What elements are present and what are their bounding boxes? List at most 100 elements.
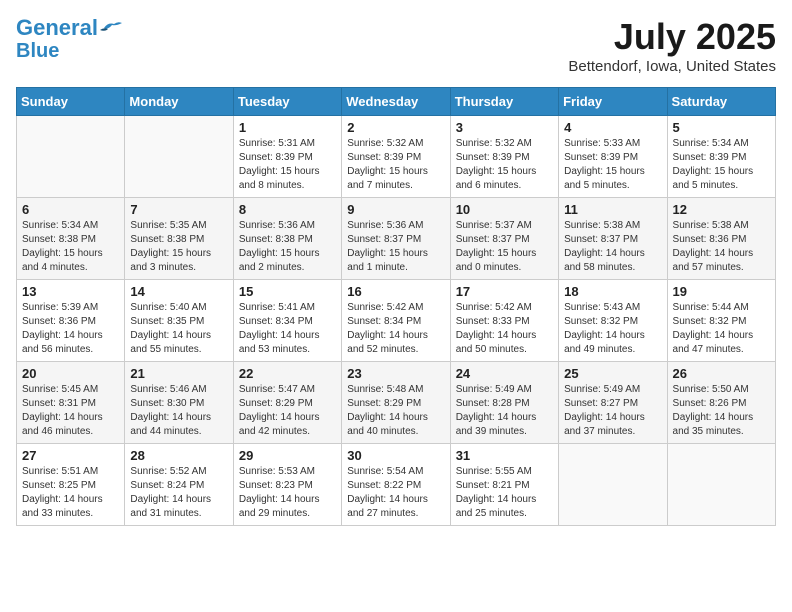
calendar-cell: 27Sunrise: 5:51 AM Sunset: 8:25 PM Dayli… — [17, 444, 125, 526]
month-title: July 2025 — [568, 16, 776, 58]
calendar-cell: 31 Sunrise: 5:55 AM Sunset: 8:21 PM Dayli… — [450, 444, 558, 526]
calendar-cell — [667, 444, 775, 526]
day-info: Sunrise: 5:45 AM Sunset: 8:31 PM Dayligh… — [22, 383, 119, 439]
calendar-cell: 19Sunrise: 5:44 AM Sunset: 8:32 PM Dayli… — [667, 280, 775, 362]
day-info: Sunrise: 5:55 AM Sunset: 8:21 PM Dayligh… — [456, 465, 553, 521]
day-info: Sunrise: 5:39 AM Sunset: 8:36 PM Dayligh… — [22, 301, 119, 357]
day-info: Sunrise: 5:34 AM Sunset: 8:38 PM Dayligh… — [22, 219, 119, 275]
day-number: 5 — [673, 120, 770, 135]
calendar-cell: 4 Sunrise: 5:33 AM Sunset: 8:39 PM Daylig… — [559, 116, 667, 198]
day-info: Sunrise: 5:53 AM Sunset: 8:23 PM Dayligh… — [239, 465, 336, 521]
logo-text: General — [16, 16, 98, 40]
logo: General Blue — [16, 16, 122, 62]
calendar-cell: 20 Sunrise: 5:45 AM Sunset: 8:31 PM Dayli… — [17, 362, 125, 444]
day-info: Sunrise: 5:46 AM Sunset: 8:30 PM Dayligh… — [130, 383, 227, 439]
calendar-cell: 26 Sunrise: 5:50 AM Sunset: 8:26 PM Dayli… — [667, 362, 775, 444]
day-number: 31 — [456, 448, 553, 463]
calendar-cell: 7Sunrise: 5:35 AM Sunset: 8:38 PM Daylig… — [125, 198, 233, 280]
calendar-cell: 6Sunrise: 5:34 AM Sunset: 8:38 PM Daylig… — [17, 198, 125, 280]
day-info: Sunrise: 5:49 AM Sunset: 8:27 PM Dayligh… — [564, 383, 661, 439]
day-number: 15 — [239, 284, 336, 299]
day-number: 8 — [239, 202, 336, 217]
calendar-cell: 5 Sunrise: 5:34 AM Sunset: 8:39 PM Daylig… — [667, 116, 775, 198]
calendar-week-5: 27Sunrise: 5:51 AM Sunset: 8:25 PM Dayli… — [17, 444, 776, 526]
day-number: 13 — [22, 284, 119, 299]
calendar-cell: 28Sunrise: 5:52 AM Sunset: 8:24 PM Dayli… — [125, 444, 233, 526]
calendar-cell: 8 Sunrise: 5:36 AM Sunset: 8:38 PM Daylig… — [233, 198, 341, 280]
day-number: 26 — [673, 366, 770, 381]
day-number: 10 — [456, 202, 553, 217]
weekday-header-wednesday: Wednesday — [342, 88, 450, 116]
day-number: 1 — [239, 120, 336, 135]
day-number: 29 — [239, 448, 336, 463]
calendar-cell: 16Sunrise: 5:42 AM Sunset: 8:34 PM Dayli… — [342, 280, 450, 362]
day-number: 28 — [130, 448, 227, 463]
day-number: 3 — [456, 120, 553, 135]
day-number: 11 — [564, 202, 661, 217]
day-number: 20 — [22, 366, 119, 381]
weekday-header-sunday: Sunday — [17, 88, 125, 116]
calendar-cell — [559, 444, 667, 526]
day-info: Sunrise: 5:44 AM Sunset: 8:32 PM Dayligh… — [673, 301, 770, 357]
calendar-cell: 29 Sunrise: 5:53 AM Sunset: 8:23 PM Dayli… — [233, 444, 341, 526]
calendar-cell: 15 Sunrise: 5:41 AM Sunset: 8:34 PM Dayli… — [233, 280, 341, 362]
calendar-week-1: 1 Sunrise: 5:31 AM Sunset: 8:39 PM Daylig… — [17, 116, 776, 198]
calendar-week-2: 6Sunrise: 5:34 AM Sunset: 8:38 PM Daylig… — [17, 198, 776, 280]
calendar-cell: 2 Sunrise: 5:32 AM Sunset: 8:39 PM Daylig… — [342, 116, 450, 198]
day-number: 17 — [456, 284, 553, 299]
calendar-cell: 3Sunrise: 5:32 AM Sunset: 8:39 PM Daylig… — [450, 116, 558, 198]
logo-bird-icon — [100, 20, 122, 36]
weekday-header-saturday: Saturday — [667, 88, 775, 116]
page-header: General Blue July 2025 Bettendorf, Iowa,… — [16, 16, 776, 75]
calendar-cell: 21 Sunrise: 5:46 AM Sunset: 8:30 PM Dayli… — [125, 362, 233, 444]
calendar-cell: 9Sunrise: 5:36 AM Sunset: 8:37 PM Daylig… — [342, 198, 450, 280]
day-number: 12 — [673, 202, 770, 217]
day-number: 16 — [347, 284, 444, 299]
calendar-cell — [125, 116, 233, 198]
calendar-cell: 14Sunrise: 5:40 AM Sunset: 8:35 PM Dayli… — [125, 280, 233, 362]
day-number: 2 — [347, 120, 444, 135]
day-info: Sunrise: 5:35 AM Sunset: 8:38 PM Dayligh… — [130, 219, 227, 275]
day-info: Sunrise: 5:36 AM Sunset: 8:37 PM Dayligh… — [347, 219, 444, 275]
logo-blue: Blue — [16, 40, 59, 62]
day-info: Sunrise: 5:43 AM Sunset: 8:32 PM Dayligh… — [564, 301, 661, 357]
day-number: 30 — [347, 448, 444, 463]
day-info: Sunrise: 5:47 AM Sunset: 8:29 PM Dayligh… — [239, 383, 336, 439]
calendar-cell: 23Sunrise: 5:48 AM Sunset: 8:29 PM Dayli… — [342, 362, 450, 444]
calendar-cell: 25 Sunrise: 5:49 AM Sunset: 8:27 PM Dayli… — [559, 362, 667, 444]
day-info: Sunrise: 5:50 AM Sunset: 8:26 PM Dayligh… — [673, 383, 770, 439]
day-number: 4 — [564, 120, 661, 135]
calendar-cell — [17, 116, 125, 198]
calendar-body: 1 Sunrise: 5:31 AM Sunset: 8:39 PM Daylig… — [17, 116, 776, 526]
day-number: 22 — [239, 366, 336, 381]
day-info: Sunrise: 5:54 AM Sunset: 8:22 PM Dayligh… — [347, 465, 444, 521]
day-info: Sunrise: 5:42 AM Sunset: 8:33 PM Dayligh… — [456, 301, 553, 357]
calendar-cell: 24Sunrise: 5:49 AM Sunset: 8:28 PM Dayli… — [450, 362, 558, 444]
calendar-week-3: 13 Sunrise: 5:39 AM Sunset: 8:36 PM Dayli… — [17, 280, 776, 362]
weekday-header-row: SundayMondayTuesdayWednesdayThursdayFrid… — [17, 88, 776, 116]
day-info: Sunrise: 5:37 AM Sunset: 8:37 PM Dayligh… — [456, 219, 553, 275]
weekday-header-thursday: Thursday — [450, 88, 558, 116]
calendar-cell: 10 Sunrise: 5:37 AM Sunset: 8:37 PM Dayli… — [450, 198, 558, 280]
calendar-table: SundayMondayTuesdayWednesdayThursdayFrid… — [16, 87, 776, 526]
day-number: 21 — [130, 366, 227, 381]
day-info: Sunrise: 5:41 AM Sunset: 8:34 PM Dayligh… — [239, 301, 336, 357]
day-info: Sunrise: 5:40 AM Sunset: 8:35 PM Dayligh… — [130, 301, 227, 357]
location: Bettendorf, Iowa, United States — [568, 58, 776, 75]
day-info: Sunrise: 5:31 AM Sunset: 8:39 PM Dayligh… — [239, 137, 336, 193]
day-info: Sunrise: 5:34 AM Sunset: 8:39 PM Dayligh… — [673, 137, 770, 193]
calendar-cell: 12Sunrise: 5:38 AM Sunset: 8:36 PM Dayli… — [667, 198, 775, 280]
calendar-cell: 1 Sunrise: 5:31 AM Sunset: 8:39 PM Daylig… — [233, 116, 341, 198]
title-block: July 2025 Bettendorf, Iowa, United State… — [568, 16, 776, 75]
calendar-cell: 30 Sunrise: 5:54 AM Sunset: 8:22 PM Dayli… — [342, 444, 450, 526]
day-info: Sunrise: 5:33 AM Sunset: 8:39 PM Dayligh… — [564, 137, 661, 193]
weekday-header-tuesday: Tuesday — [233, 88, 341, 116]
day-number: 25 — [564, 366, 661, 381]
day-info: Sunrise: 5:36 AM Sunset: 8:38 PM Dayligh… — [239, 219, 336, 275]
day-info: Sunrise: 5:32 AM Sunset: 8:39 PM Dayligh… — [347, 137, 444, 193]
day-info: Sunrise: 5:48 AM Sunset: 8:29 PM Dayligh… — [347, 383, 444, 439]
weekday-header-monday: Monday — [125, 88, 233, 116]
day-info: Sunrise: 5:51 AM Sunset: 8:25 PM Dayligh… — [22, 465, 119, 521]
day-info: Sunrise: 5:49 AM Sunset: 8:28 PM Dayligh… — [456, 383, 553, 439]
calendar-week-4: 20 Sunrise: 5:45 AM Sunset: 8:31 PM Dayli… — [17, 362, 776, 444]
